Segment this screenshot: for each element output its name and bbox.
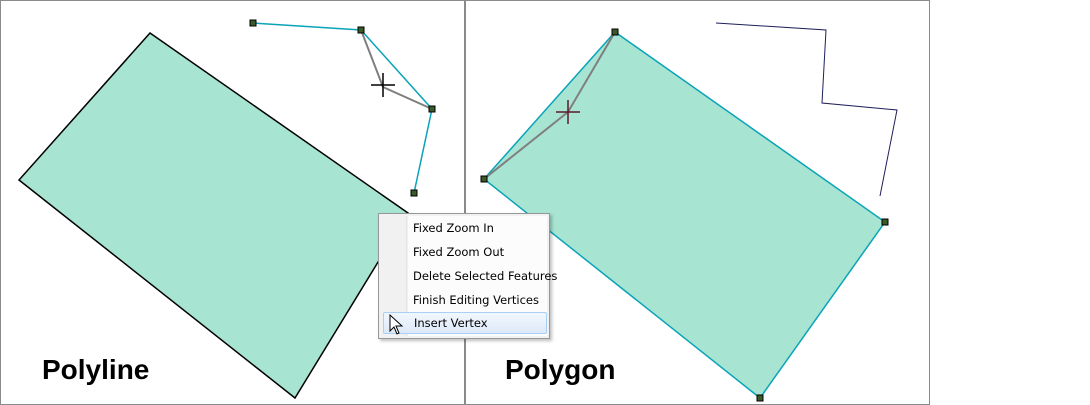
- vertex-handle-icon[interactable]: [881, 218, 889, 226]
- menu-item-fixed-zoom-out[interactable]: Fixed Zoom Out: [383, 241, 547, 263]
- menu-item-delete-selected-features[interactable]: Delete Selected Features: [383, 265, 557, 287]
- menu-item-finish-editing-vertices[interactable]: Finish Editing Vertices: [383, 289, 547, 311]
- crosshair-cursor-icon: [371, 73, 395, 97]
- menu-item-fixed-zoom-in[interactable]: Fixed Zoom In: [383, 217, 547, 239]
- polygon-panel-label: Polygon: [505, 354, 616, 385]
- polyline-panel-label: Polyline: [42, 354, 150, 385]
- vertex-handle-icon[interactable]: [611, 28, 619, 36]
- vertex-handle-icon[interactable]: [428, 105, 436, 113]
- vertex-handle-icon[interactable]: [480, 175, 488, 183]
- map-canvas[interactable]: [0, 0, 1090, 405]
- vertex-handle-icon[interactable]: [756, 394, 764, 402]
- vertex-handle-icon[interactable]: [410, 189, 418, 197]
- arrow-pointer-icon: [389, 314, 404, 335]
- vertex-handle-icon[interactable]: [249, 19, 257, 27]
- left-rectangle-feature[interactable]: [17, 32, 410, 400]
- vertex-handle-icon[interactable]: [357, 26, 365, 34]
- menu-item-insert-vertex[interactable]: Insert Vertex: [383, 312, 547, 334]
